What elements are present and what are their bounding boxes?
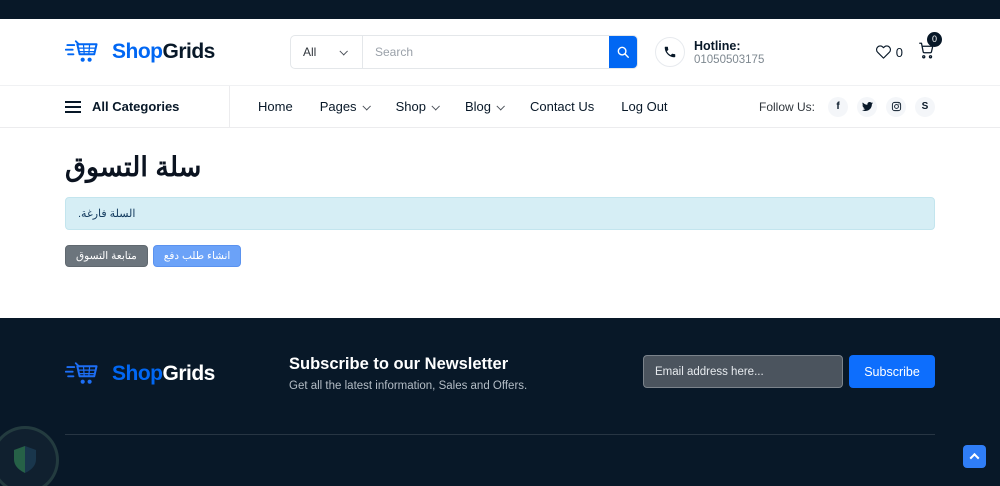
search-button[interactable] (609, 36, 637, 68)
nav-links: Home Pages Shop Blog Contact Us Log Out (258, 86, 668, 127)
follow-us: Follow Us: f S (759, 86, 935, 127)
all-categories-label: All Categories (92, 99, 180, 114)
page-title: سلة التسوق (65, 152, 202, 182)
main-nav: All Categories Home Pages Shop Blog Cont… (0, 85, 1000, 128)
footer: ShopGrids Subscribe to our Newsletter Ge… (0, 318, 1000, 486)
cart-page: سلة التسوق السلة فارغة. متابعة التسوق ان… (0, 128, 1000, 318)
nav-home[interactable]: Home (258, 99, 293, 114)
all-categories-button[interactable]: All Categories (65, 86, 230, 127)
twitter-icon[interactable] (857, 96, 877, 117)
cart-actions: متابعة التسوق انشاء طلب دفع (65, 245, 935, 267)
category-select-value: All (303, 45, 317, 59)
nav-shop[interactable]: Shop (396, 99, 440, 114)
cart-logo-icon (65, 362, 98, 384)
header-actions: 0 0 (875, 31, 942, 64)
hamburger-icon (65, 100, 81, 113)
newsletter-form: Subscribe (643, 355, 935, 388)
arrow-up-icon (969, 452, 980, 463)
search-bar: All (290, 35, 638, 69)
newsletter-subtitle: Get all the latest information, Sales an… (289, 380, 528, 392)
nav-pages[interactable]: Pages (320, 99, 371, 114)
phone-icon (655, 37, 685, 67)
newsletter-title: Subscribe to our Newsletter (289, 355, 509, 373)
logo[interactable]: ShopGrids (65, 36, 290, 68)
wishlist-count: 0 (895, 44, 903, 60)
empty-cart-alert: السلة فارغة. (65, 197, 935, 230)
facebook-icon[interactable]: f (828, 96, 848, 117)
email-field[interactable] (643, 355, 843, 388)
hotline-label: Hotline: (694, 38, 741, 53)
chevron-down-icon (496, 101, 505, 111)
topbar (0, 0, 1000, 19)
header: ShopGrids All Hotline: 01050503 (0, 19, 1000, 85)
nav-blog[interactable]: Blog (465, 99, 505, 114)
scroll-to-top-button[interactable] (963, 445, 986, 468)
skype-icon[interactable]: S (915, 96, 935, 117)
chevron-down-icon (431, 101, 440, 111)
newsletter: Subscribe to our Newsletter Get all the … (289, 355, 527, 392)
subscribe-button[interactable]: Subscribe (849, 355, 935, 388)
nav-contact-us[interactable]: Contact Us (530, 99, 594, 114)
cart-count-badge: 0 (927, 31, 942, 47)
instagram-icon[interactable] (886, 96, 906, 117)
shield-watermark-icon (0, 426, 59, 486)
empty-cart-alert-text: السلة فارغة. (78, 208, 136, 220)
search-icon (617, 46, 629, 58)
chevron-down-icon (362, 101, 371, 111)
cart-logo-icon (65, 40, 98, 62)
wishlist-button[interactable]: 0 (875, 44, 903, 60)
continue-shopping-button[interactable]: متابعة التسوق (65, 245, 148, 267)
search-input[interactable] (363, 36, 609, 68)
footer-logo[interactable]: ShopGrids (65, 358, 289, 390)
heart-icon (875, 45, 891, 59)
follow-us-label: Follow Us: (758, 99, 815, 114)
checkout-button[interactable]: انشاء طلب دفع (152, 245, 242, 267)
cart-button[interactable]: 0 (917, 31, 942, 64)
footer-logo-text: ShopGrids (112, 362, 215, 385)
logo-text: ShopGrids (112, 40, 215, 63)
hotline: Hotline: 01050503175 (655, 37, 764, 67)
nav-log-out[interactable]: Log Out (621, 99, 667, 114)
category-select[interactable]: All (291, 36, 363, 68)
footer-divider (65, 434, 935, 435)
page: ShopGrids All Hotline: 01050503 (0, 0, 1000, 486)
hotline-number: 01050503175 (694, 53, 765, 66)
chevron-down-icon (339, 47, 349, 56)
